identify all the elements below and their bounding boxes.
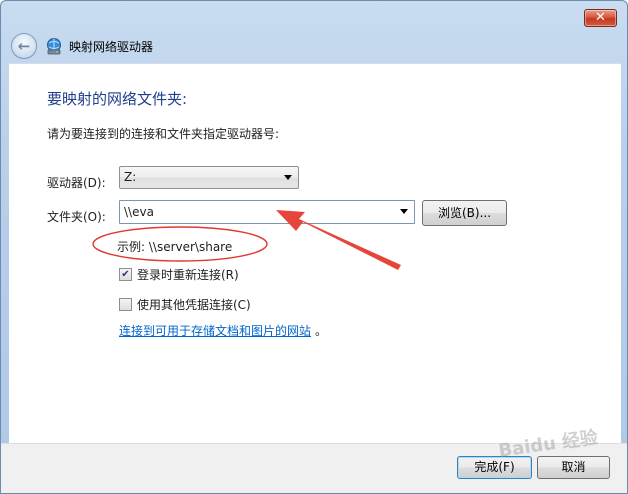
- instruction-text: 请为要连接到的连接和文件夹指定驱动器号:: [47, 127, 280, 141]
- finish-button[interactable]: 完成(F): [457, 456, 532, 479]
- reconnect-label: 登录时重新连接(R): [137, 268, 239, 282]
- dropdown-arrow-icon: [284, 175, 292, 180]
- page-heading: 要映射的网络文件夹:: [47, 90, 188, 108]
- dropdown-arrow-icon: [400, 209, 408, 214]
- example-text: 示例: \\server\share: [117, 240, 233, 254]
- folder-label: 文件夹(O):: [47, 210, 106, 224]
- website-link[interactable]: 连接到可用于存储文档和图片的网站: [119, 322, 311, 339]
- reconnect-checkbox[interactable]: ✔: [119, 268, 132, 281]
- network-drive-icon: [47, 38, 61, 55]
- back-button[interactable]: ←: [11, 33, 37, 59]
- close-button[interactable]: ✕: [584, 9, 617, 27]
- drive-select-value: Z:: [124, 170, 137, 184]
- link-period: 。: [315, 324, 328, 338]
- folder-input-value: \\eva: [124, 205, 154, 219]
- dialog-footer: 完成(F) 取消: [1, 443, 627, 493]
- cancel-button[interactable]: 取消: [537, 456, 610, 479]
- back-arrow-icon: ←: [17, 37, 31, 55]
- reconnect-option[interactable]: ✔ 登录时重新连接(R): [119, 266, 239, 283]
- dialog-content: 要映射的网络文件夹: 请为要连接到的连接和文件夹指定驱动器号: 驱动器(D): …: [9, 63, 621, 443]
- drive-label: 驱动器(D):: [47, 176, 106, 190]
- other-credentials-checkbox[interactable]: [119, 298, 132, 311]
- browse-button[interactable]: 浏览(B)...: [422, 200, 507, 226]
- other-credentials-label: 使用其他凭据连接(C): [137, 298, 251, 312]
- checkmark-icon: ✔: [121, 268, 130, 280]
- other-credentials-option[interactable]: 使用其他凭据连接(C): [119, 296, 251, 313]
- drive-select[interactable]: Z:: [119, 166, 299, 189]
- title-row: ← 映射网络驱动器: [11, 31, 153, 61]
- close-icon: ✕: [595, 10, 606, 25]
- folder-input[interactable]: \\eva: [119, 200, 415, 224]
- dialog-window: ✕ ← 映射网络驱动器 要映射的网络文件夹: 请为要连接到的连接和文件夹指定驱动…: [0, 0, 628, 494]
- window-title: 映射网络驱动器: [69, 39, 154, 54]
